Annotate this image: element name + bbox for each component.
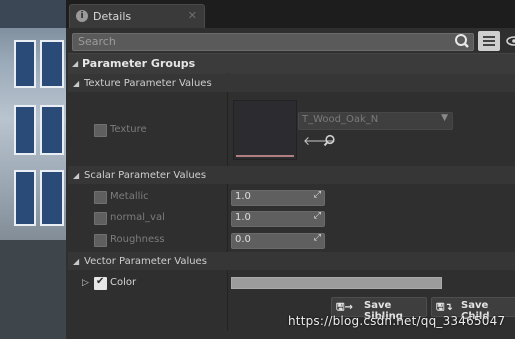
view-options-button[interactable]: [478, 31, 500, 51]
browse-search-icon[interactable]: [323, 134, 336, 147]
search-icon[interactable]: [452, 32, 472, 50]
search-placeholder: Search: [78, 35, 116, 48]
parameter-groups-title: Parameter Groups: [82, 57, 196, 70]
roughness-value: 0.0: [235, 234, 251, 245]
drag-arrows-icon: ⤢: [313, 211, 321, 221]
roughness-label: Roughness: [110, 234, 165, 245]
collapse-arrow-icon[interactable]: ◢: [72, 59, 78, 68]
texture-checkbox[interactable]: [94, 124, 107, 137]
drag-arrows-icon: ⤢: [313, 233, 321, 243]
viewport-image: [0, 0, 66, 339]
close-icon[interactable]: ✕: [188, 9, 197, 22]
normal-val-checkbox[interactable]: [94, 212, 107, 225]
texture-thumbnail[interactable]: [233, 100, 297, 160]
search-input[interactable]: Search: [72, 33, 474, 51]
collapse-arrow-icon[interactable]: ◢: [73, 79, 79, 88]
color-swatch[interactable]: [231, 277, 442, 289]
collapse-arrow-icon[interactable]: ◢: [73, 171, 79, 180]
metallic-checkbox[interactable]: [94, 191, 107, 204]
color-label: Color: [110, 277, 137, 288]
texture-section-title: Texture Parameter Values: [84, 78, 212, 89]
chevron-down-icon: ▼: [441, 113, 448, 123]
roughness-value-field[interactable]: 0.0 ⤢: [231, 233, 325, 249]
tab-details[interactable]: i Details ✕: [69, 4, 205, 29]
metallic-value-field[interactable]: 1.0 ⤢: [231, 190, 325, 206]
normal-val-value: 1.0: [235, 212, 251, 223]
info-icon: i: [76, 10, 88, 22]
vector-section-title: Vector Parameter Values: [84, 256, 207, 267]
texture-label: Texture: [110, 124, 147, 135]
metallic-value: 1.0: [235, 191, 251, 202]
tab-title: Details: [93, 10, 132, 23]
color-checkbox[interactable]: [94, 276, 107, 290]
expand-arrow-icon[interactable]: ▷: [82, 278, 89, 288]
watermark-text: https://blog.csdn.net/qq_33465047: [288, 314, 506, 328]
column-divider: [227, 73, 228, 331]
metallic-label: Metallic: [110, 191, 149, 202]
texture-asset-name: T_Wood_Oak_N: [302, 114, 379, 125]
collapse-arrow-icon[interactable]: ◢: [73, 257, 79, 266]
normal-val-label: normal_val: [110, 212, 165, 223]
normal-val-value-field[interactable]: 1.0 ⤢: [231, 211, 325, 227]
roughness-checkbox[interactable]: [94, 234, 107, 247]
scalar-section-title: Scalar Parameter Values: [84, 170, 207, 181]
drag-arrows-icon: ⤢: [313, 190, 321, 200]
eye-icon[interactable]: [505, 34, 515, 48]
texture-asset-dropdown[interactable]: T_Wood_Oak_N ▼: [298, 112, 453, 130]
